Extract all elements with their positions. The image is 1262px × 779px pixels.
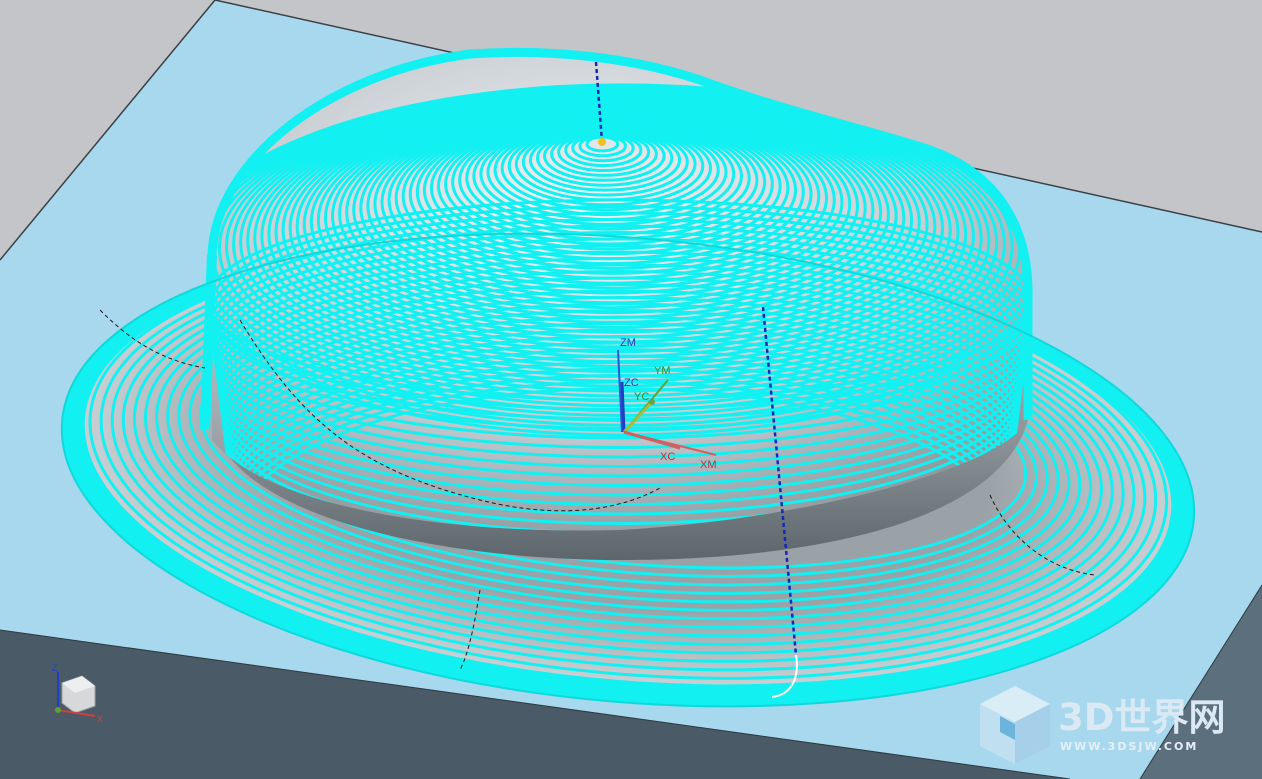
watermark: 3D世界网 WWW.3DSJW.COM (980, 686, 1225, 764)
xm-label: XM (700, 459, 717, 471)
cam-graphics-viewport[interactable]: ZM ZC YM YC XC XM Z X 3D世界网 WWW.3DSJW.CO… (0, 0, 1262, 779)
ym-label: YM (654, 365, 671, 377)
xc-label: XC (660, 451, 675, 463)
watermark-url: WWW.3DSJW.COM (1060, 740, 1198, 753)
yc-label: YC (634, 391, 649, 403)
triad-x-label: X (97, 714, 103, 724)
zc-label: ZC (624, 377, 639, 389)
zc-axis (620, 381, 626, 433)
zm-label: ZM (620, 337, 636, 349)
triad-z-label: Z (52, 663, 58, 673)
watermark-title: 3D世界网 (1058, 696, 1225, 739)
tool-start-marker (598, 138, 606, 146)
